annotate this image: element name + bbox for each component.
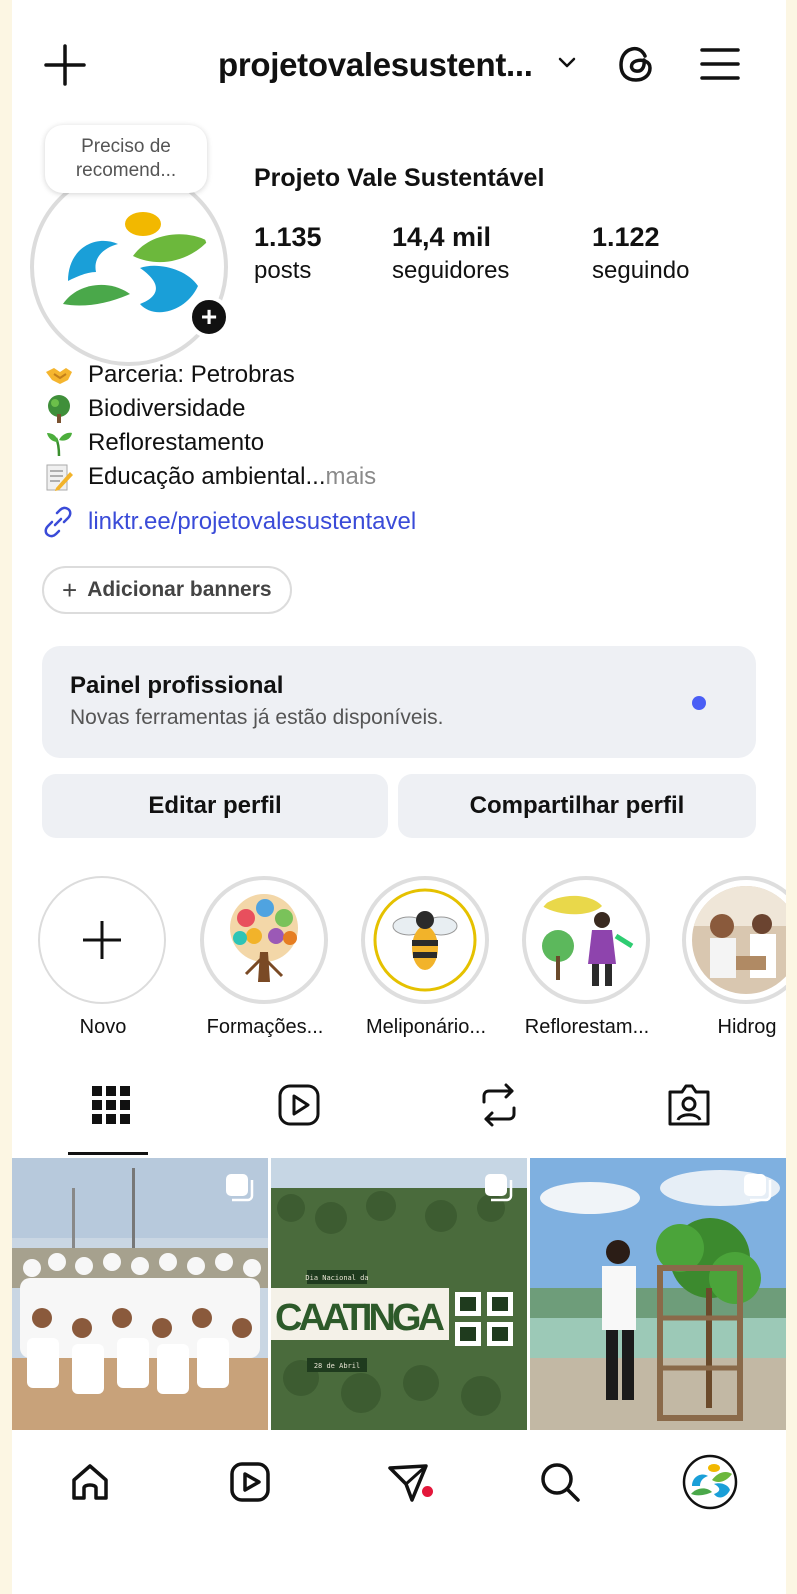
reposts-tab-icon[interactable] xyxy=(474,1080,524,1130)
profile-note[interactable]: Preciso de recomend... xyxy=(45,125,207,193)
menu-icon[interactable] xyxy=(698,44,742,84)
share-profile-button[interactable]: Compartilhar perfil xyxy=(398,774,756,838)
stat-followers-label: seguidores xyxy=(392,257,510,284)
tagged-tab-icon[interactable] xyxy=(664,1080,714,1130)
bee-image xyxy=(371,886,479,994)
highlight-label: Formações... xyxy=(206,1016,324,1038)
post-tile[interactable] xyxy=(530,1158,786,1430)
edit-profile-button[interactable]: Editar perfil xyxy=(42,774,388,838)
seedling-icon xyxy=(47,432,72,457)
notification-dot xyxy=(422,1486,433,1497)
add-banners-label: Adicionar banners xyxy=(87,578,272,601)
reforestation-image xyxy=(532,886,640,994)
stat-posts-value: 1.135 xyxy=(254,222,322,252)
profile-screen: projetovalesustent... + Preciso de recom… xyxy=(12,0,786,1594)
grid-tab-icon[interactable] xyxy=(86,1080,136,1130)
highlight-label: Novo xyxy=(79,1016,127,1038)
professional-dashboard[interactable]: Painel profissional Novas ferramentas já… xyxy=(42,646,756,758)
post-overlay-bottom: 28 de Abril xyxy=(314,1362,360,1370)
lab-photo-image xyxy=(692,886,786,994)
highlight-new[interactable]: Novo xyxy=(38,876,168,1039)
memo-icon xyxy=(46,464,73,491)
project-logo xyxy=(48,186,210,348)
highlight-label: Reflorestam... xyxy=(524,1016,650,1038)
highlight-ring xyxy=(38,876,166,1004)
add-banners-button[interactable]: + Adicionar banners xyxy=(42,566,292,614)
post-overlay-title: CAATINGA xyxy=(275,1297,445,1339)
bio: Parceria: Petrobras Biodiversidade Reflo… xyxy=(44,358,376,494)
profile-avatar-icon[interactable] xyxy=(680,1452,740,1512)
highlight-hidrogenio[interactable]: Hidrog xyxy=(682,876,786,1039)
professional-dashboard-subtitle: Novas ferramentas já estão disponíveis. xyxy=(70,706,444,729)
stat-following-label: seguindo xyxy=(592,257,690,284)
profile-avatar[interactable]: + xyxy=(30,168,230,366)
threads-icon[interactable] xyxy=(614,42,658,86)
knowledge-tree-image xyxy=(210,886,318,994)
direct-messages-icon[interactable] xyxy=(378,1452,438,1512)
bio-line: Reflorestamento xyxy=(44,426,376,460)
handshake-icon xyxy=(46,368,72,384)
highlight-ring xyxy=(361,876,489,1004)
plus-icon[interactable] xyxy=(42,42,88,88)
search-icon[interactable] xyxy=(530,1452,590,1512)
bio-more-link[interactable]: mais xyxy=(325,460,376,494)
top-bar: projetovalesustent... xyxy=(12,30,786,100)
post-tile[interactable] xyxy=(12,1158,268,1430)
reels-tab-icon[interactable] xyxy=(274,1080,324,1130)
carousel-icon xyxy=(485,1174,513,1202)
bio-text: Parceria: Petrobras xyxy=(88,361,295,388)
bio-text: Educação ambiental... xyxy=(88,463,326,490)
stat-followers[interactable]: 14,4 mil seguidores xyxy=(392,222,509,285)
stat-following[interactable]: 1.122 seguindo xyxy=(592,222,689,285)
post-tile[interactable]: Dia Nacional da CAATINGA 28 de Abril xyxy=(271,1158,527,1430)
bio-line: Parceria: Petrobras xyxy=(44,358,376,392)
carousel-icon xyxy=(744,1174,772,1202)
account-username[interactable]: projetovalesustent... xyxy=(218,46,533,84)
bio-line: Educação ambiental... mais xyxy=(44,460,376,494)
stat-followers-value: 14,4 mil xyxy=(392,222,492,252)
highlight-formacoes[interactable]: Formações... xyxy=(200,876,330,1039)
add-story-plus-icon[interactable]: + xyxy=(188,296,230,338)
bio-link[interactable]: linktr.ee/projetovalesustentavel xyxy=(42,506,416,538)
highlight-ring xyxy=(200,876,328,1004)
post-overlay-top: Dia Nacional da xyxy=(305,1274,368,1282)
bottom-nav xyxy=(12,1430,786,1540)
reels-icon[interactable] xyxy=(220,1452,280,1512)
highlight-label: Hidrog xyxy=(717,1016,777,1038)
carousel-icon xyxy=(226,1174,254,1202)
new-indicator-dot xyxy=(692,696,706,710)
active-tab-indicator xyxy=(68,1152,148,1155)
tree-icon xyxy=(48,395,70,423)
plus-icon: + xyxy=(62,574,78,605)
highlight-reflorestamento[interactable]: Reflorestam... xyxy=(522,876,652,1039)
bio-link-text[interactable]: linktr.ee/projetovalesustentavel xyxy=(88,508,416,536)
bio-text: Biodiversidade xyxy=(88,395,246,422)
highlight-meliponario[interactable]: Meliponário... xyxy=(361,876,491,1039)
highlight-label: Meliponário... xyxy=(365,1016,487,1038)
bio-text: Reflorestamento xyxy=(88,429,265,456)
professional-dashboard-title: Painel profissional xyxy=(70,672,284,699)
plus-icon xyxy=(83,921,121,959)
home-icon[interactable] xyxy=(60,1452,120,1512)
highlight-ring xyxy=(522,876,650,1004)
stat-following-value: 1.122 xyxy=(592,222,660,252)
display-name: Projeto Vale Sustentável xyxy=(254,164,545,192)
stat-posts[interactable]: 1.135 posts xyxy=(254,222,322,285)
bio-line: Biodiversidade xyxy=(44,392,376,426)
link-icon xyxy=(44,506,72,538)
stat-posts-label: posts xyxy=(254,257,312,284)
highlight-ring xyxy=(682,876,786,1004)
chevron-down-icon[interactable] xyxy=(557,56,577,70)
